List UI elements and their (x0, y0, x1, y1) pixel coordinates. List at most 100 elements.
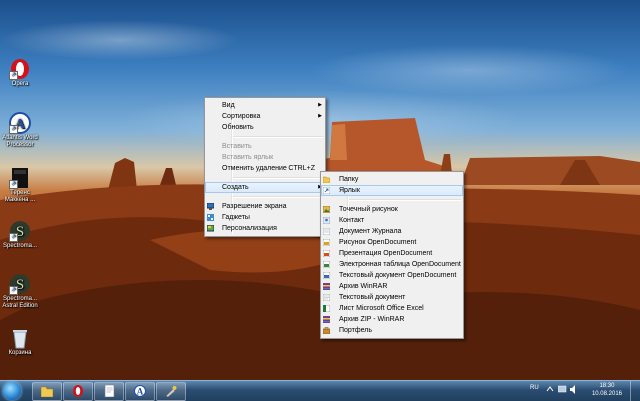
submenu-arrow-icon: ▶ (318, 113, 322, 119)
briefcase-icon (323, 327, 330, 334)
desktop-icon-label: Opera (11, 81, 29, 87)
svg-text:A: A (137, 387, 144, 397)
taskbar-atlantis-button[interactable]: A (125, 382, 155, 401)
text-file-icon (323, 294, 330, 301)
drawing-doc-icon (323, 239, 330, 246)
personalize-icon (207, 225, 214, 232)
menu-item-label: Ярлык (339, 187, 360, 194)
menu-separator (349, 199, 461, 201)
desktop[interactable]: ↗ Opera A ↗ Atlantis Word Processor ↗ Те… (0, 0, 640, 380)
menu-item-label: Сортировка (222, 113, 261, 120)
menu-item-label: Создать (222, 184, 249, 191)
menu-item-label: Текстовый документ OpenDocument (339, 272, 457, 279)
volume-icon[interactable] (570, 385, 579, 394)
explorer-icon (41, 386, 53, 397)
submenu-item-odt[interactable]: Текстовый документ OpenDocument (321, 270, 463, 281)
submenu-item-contact[interactable]: Контакт (321, 215, 463, 226)
excel-icon (323, 305, 330, 312)
submenu-item-ods[interactable]: Электронная таблица OpenDocument (321, 259, 463, 270)
taskbar-tool-button[interactable] (156, 382, 186, 401)
menu-item-personalize[interactable]: Персонализация (205, 223, 325, 234)
text-doc-icon (323, 272, 330, 279)
show-desktop-button[interactable] (630, 381, 640, 401)
shortcut-arrow-icon: ↗ (9, 71, 18, 80)
gadgets-icon (207, 214, 214, 221)
submenu-item-odg[interactable]: Рисунок OpenDocument (321, 237, 463, 248)
clock-date: 10.08.2016 (591, 391, 622, 397)
menu-item-label: Лист Microsoft Office Excel (339, 305, 424, 312)
submenu-item-winrar[interactable]: Архив WinRAR (321, 281, 463, 292)
desktop-icon-recycle-bin[interactable]: Корзина (2, 327, 38, 357)
menu-item-sort[interactable]: Сортировка ▶ (205, 111, 325, 122)
taskbar-documents-button[interactable] (94, 382, 124, 401)
submenu-item-zip[interactable]: Архив ZIP - WinRAR (321, 314, 463, 325)
network-icon[interactable] (558, 385, 567, 394)
menu-item-view[interactable]: Вид ▶ (205, 100, 325, 111)
menu-item-label: Вставить (222, 143, 252, 150)
submenu-item-briefcase[interactable]: Портфель (321, 325, 463, 336)
taskbar-opera-button[interactable] (63, 382, 93, 401)
system-clock[interactable]: 18:30 10.08.2016 (592, 382, 622, 398)
atlantis-icon: A (134, 385, 146, 397)
menu-item-label: Текстовый документ (339, 294, 406, 301)
menu-item-label: Презентация OpenDocument (339, 250, 433, 257)
shortcut-arrow-icon: ↗ (9, 125, 18, 134)
language-indicator[interactable]: RU (530, 385, 539, 391)
desktop-icon-mckenna[interactable]: ↗ Теренс Маккена ... (2, 167, 38, 204)
menu-separator (233, 177, 323, 179)
desktop-icon-atlantis[interactable]: A ↗ Atlantis Word Processor (2, 112, 38, 149)
menu-item-label: Разрешение экрана (222, 203, 287, 210)
recycle-bin-icon (13, 330, 27, 349)
menu-item-label: Вид (222, 102, 235, 109)
shortcut-arrow-icon: ↗ (9, 180, 18, 189)
shortcut-arrow-icon: ↗ (9, 233, 18, 242)
menu-item-create[interactable]: Создать▶ (205, 182, 325, 193)
contact-icon (323, 217, 330, 224)
menu-item-undo-delete[interactable]: Отменить удаление CTRL+Z (205, 163, 325, 174)
shortcut-text: CTRL+Z (288, 165, 315, 172)
submenu-item-folder[interactable]: Папку (321, 174, 463, 185)
folder-icon (323, 176, 330, 183)
submenu-item-excel[interactable]: Лист Microsoft Office Excel (321, 303, 463, 314)
shortcut-arrow-icon: ↗ (9, 286, 18, 295)
menu-item-paste[interactable]: Вставить (205, 141, 325, 152)
menu-item-label: Архив WinRAR (339, 283, 388, 290)
opera-icon (73, 385, 83, 397)
taskbar-explorer-button[interactable] (32, 382, 62, 401)
menu-item-label: Отменить удаление (222, 165, 287, 172)
desktop-context-menu: Вид ▶ Сортировка ▶ Обновить Вставить Встав… (204, 97, 326, 237)
documents-icon (104, 385, 115, 397)
submenu-arrow-icon: ▶ (318, 102, 322, 108)
desktop-icon-spectroma[interactable]: S ↗ Spectroma... (2, 220, 38, 250)
tray-arrow-icon[interactable] (546, 385, 554, 393)
submenu-item-journal[interactable]: Документ Журнала (321, 226, 463, 237)
desktop-icon-label: Корзина (8, 350, 32, 356)
menu-item-paste-shortcut[interactable]: Вставить ярлык (205, 152, 325, 163)
tool-icon (165, 386, 177, 397)
submenu-item-odp[interactable]: Презентация OpenDocument (321, 248, 463, 259)
clock-time: 18:30 (599, 383, 615, 389)
desktop-icon-label: Spectroma... Astral Edition (2, 296, 38, 309)
menu-item-label: Архив ZIP - WinRAR (339, 316, 405, 323)
desktop-icon-opera[interactable]: ↗ Opera (2, 58, 38, 88)
zip-icon (323, 316, 330, 323)
presentation-doc-icon (323, 250, 330, 257)
menu-item-label: Электронная таблица OpenDocument (339, 261, 461, 268)
start-button[interactable] (3, 382, 21, 400)
menu-item-label: Гаджеты (222, 214, 250, 221)
submenu-item-shortcut[interactable]: Ярлык (321, 185, 463, 196)
submenu-item-txt[interactable]: Текстовый документ (321, 292, 463, 303)
monitor-icon (207, 203, 214, 210)
menu-item-refresh[interactable]: Обновить (205, 122, 325, 133)
menu-item-resolution[interactable]: Разрешение экрана (205, 201, 325, 212)
menu-item-label: Портфель (339, 327, 373, 334)
desktop-icon-spectroma-astral[interactable]: S ↗ Spectroma... Astral Edition (2, 273, 38, 310)
menu-item-label: Персонализация (222, 225, 277, 232)
menu-item-label: Точечный рисунок (339, 206, 398, 213)
menu-item-label: Папку (339, 176, 359, 183)
menu-item-label: Обновить (222, 124, 254, 131)
menu-item-gadgets[interactable]: Гаджеты (205, 212, 325, 223)
submenu-item-bitmap[interactable]: Точечный рисунок (321, 204, 463, 215)
menu-separator (233, 136, 323, 138)
menu-item-label: Документ Журнала (339, 228, 402, 235)
